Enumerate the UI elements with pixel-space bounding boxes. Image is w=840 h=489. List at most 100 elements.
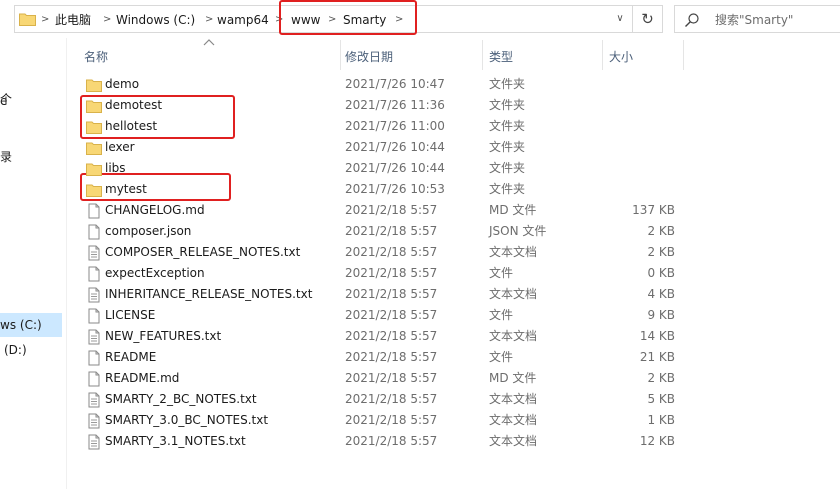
file-modified-date: 2021/7/26 10:47 [345,77,445,91]
file-type: 文本文档 [489,287,538,301]
file-icon [86,350,102,366]
nav-item-fragment-e[interactable]: e [0,92,7,110]
table-row[interactable]: libs 2021/7/26 10:44 文件夹 [78,158,698,179]
file-name: SMARTY_3.1_NOTES.txt [105,434,246,448]
table-row[interactable]: demo 2021/7/26 10:47 文件夹 [78,74,698,95]
file-list: demo 2021/7/26 10:47 文件夹 demotest 2021/7/26 … [78,74,698,452]
table-row[interactable]: COMPOSER_RELEASE_NOTES.txt 2021/2/18 5:57… [78,242,698,263]
table-row[interactable]: hellotest 2021/7/26 11:00 文件夹 [78,116,698,137]
file-size [588,76,675,93]
file-type: 文件夹 [489,140,526,154]
nav-item-label: ws (C:) [0,318,42,332]
file-size: 9 KB [647,308,675,322]
file-modified-date: 2021/2/18 5:57 [345,287,438,301]
file-type: 文件夹 [489,77,526,91]
file-type: 文件 [489,308,514,322]
file-modified-date: 2021/2/18 5:57 [345,350,438,364]
file-type: 文件 [489,266,514,280]
file-type: 文本文档 [489,392,538,406]
chevron-right-icon[interactable]: > [205,12,213,28]
file-type: 文件夹 [489,161,526,175]
breadcrumb-wamp64[interactable]: wamp64 [217,12,269,28]
file-type: 文本文档 [489,434,538,448]
file-modified-date: 2021/7/26 10:53 [345,182,445,196]
file-name: mytest [105,182,147,196]
chevron-right-icon[interactable]: > [103,12,111,28]
refresh-button[interactable]: ↻ [633,5,663,33]
table-row[interactable]: SMARTY_3.0_BC_NOTES.txt 2021/2/18 5:57 文本文… [78,410,698,431]
search-input[interactable]: 搜索"Smarty" [674,5,840,33]
column-header-date[interactable]: 修改日期 [341,38,482,70]
file-name: expectException [105,266,205,280]
file-name: NEW_FEATURES.txt [105,329,222,343]
table-row[interactable]: CHANGELOG.md 2021/2/18 5:57 MD 文件 137 KB [78,200,698,221]
table-row[interactable]: SMARTY_3.1_NOTES.txt 2021/2/18 5:57 文本文档 12… [78,431,698,452]
table-row[interactable]: composer.json 2021/2/18 5:57 JSON 文件 2 KB [78,221,698,242]
column-divider[interactable] [683,40,684,70]
file-name: libs [105,161,126,175]
file-icon [86,308,102,324]
folder-icon [86,161,102,177]
file-size: 0 KB [647,266,675,280]
file-size: 14 KB [639,329,675,343]
text-file-icon [86,392,102,408]
file-modified-date: 2021/2/18 5:57 [345,203,438,217]
file-modified-date: 2021/7/26 10:44 [345,140,445,154]
file-name: COMPOSER_RELEASE_NOTES.txt [105,245,301,259]
table-row[interactable]: README 2021/2/18 5:57 文件 21 KB [78,347,698,368]
file-size: 2 KB [647,224,675,238]
file-type: 文件 [489,350,514,364]
text-file-icon [86,287,102,303]
file-name: SMARTY_3.0_BC_NOTES.txt [105,413,269,427]
file-icon [86,203,102,219]
column-header-size[interactable]: 大小 [603,38,683,70]
file-size: 2 KB [647,245,675,259]
highlight-box-path [279,0,417,35]
file-name: CHANGELOG.md [105,203,205,217]
file-size [588,181,675,198]
table-row[interactable]: LICENSE 2021/2/18 5:57 文件 9 KB [78,305,698,326]
chevron-down-icon[interactable]: ∨ [612,11,628,27]
column-header-type[interactable]: 类型 [483,38,602,70]
table-row[interactable]: INHERITANCE_RELEASE_NOTES.txt 2021/2/18 5… [78,284,698,305]
file-modified-date: 2021/2/18 5:57 [345,308,438,322]
file-modified-date: 2021/2/18 5:57 [345,224,438,238]
chevron-right-icon[interactable]: > [41,12,49,28]
folder-icon [19,13,36,26]
refresh-icon: ↻ [641,10,654,28]
text-file-icon [86,434,102,450]
file-icon [86,371,102,387]
text-file-icon [86,329,102,345]
table-row[interactable]: NEW_FEATURES.txt 2021/2/18 5:57 文本文档 14 KB [78,326,698,347]
file-size: 21 KB [639,350,675,364]
file-modified-date: 2021/7/26 11:00 [345,119,445,133]
table-row[interactable]: expectException 2021/2/18 5:57 文件 0 KB [78,263,698,284]
file-type: MD 文件 [489,371,537,385]
file-size [588,118,675,135]
file-name: lexer [105,140,135,154]
table-row[interactable]: lexer 2021/7/26 10:44 文件夹 [78,137,698,158]
file-name: INHERITANCE_RELEASE_NOTES.txt [105,287,313,301]
nav-item-drive-d[interactable]: (D:) [4,341,27,359]
file-type: JSON 文件 [489,224,547,238]
column-header-date-label: 修改日期 [345,50,394,64]
file-modified-date: 2021/2/18 5:57 [345,245,438,259]
nav-item-windows-c[interactable]: ws (C:) [0,313,62,337]
table-row[interactable]: SMARTY_2_BC_NOTES.txt 2021/2/18 5:57 文本文档 5… [78,389,698,410]
file-name: README.md [105,371,180,385]
folder-icon [86,77,102,93]
folder-icon [86,98,102,114]
file-name: README [105,350,157,364]
table-row[interactable]: README.md 2021/2/18 5:57 MD 文件 2 KB [78,368,698,389]
nav-item-fragment-lu[interactable]: 录 [0,148,12,166]
folder-icon [86,140,102,156]
file-type: MD 文件 [489,203,537,217]
column-header-size-label: 大小 [609,50,634,64]
table-row[interactable]: demotest 2021/7/26 11:36 文件夹 [78,95,698,116]
file-name: demo [105,77,140,91]
breadcrumb-windows-c[interactable]: Windows (C:) [116,12,195,28]
folder-icon [86,119,102,135]
table-row[interactable]: mytest 2021/7/26 10:53 文件夹 [78,179,698,200]
file-type: 文件夹 [489,182,526,196]
breadcrumb-this-pc[interactable]: 此电脑 [55,12,91,28]
